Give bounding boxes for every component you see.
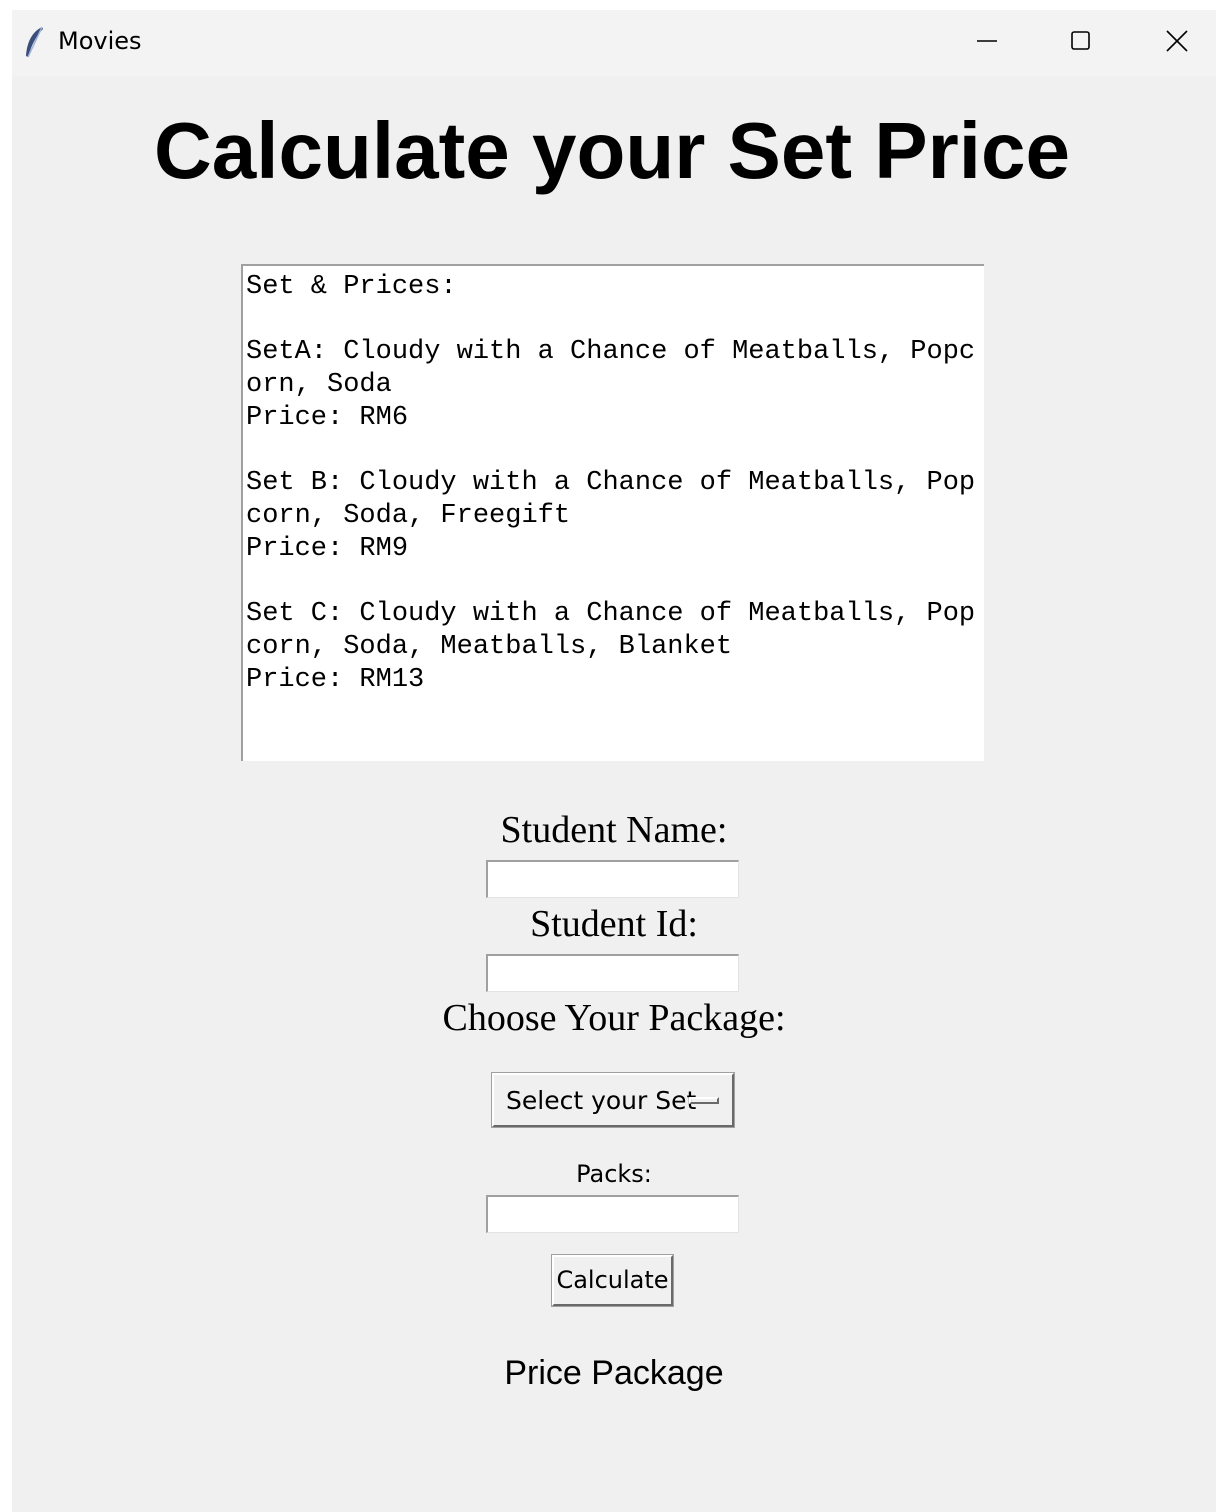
minimize-icon: [976, 30, 998, 56]
app-window: Movies Calculate your Set Price Set & Pr…: [12, 10, 1216, 1512]
package-select-value: Select your Set: [506, 1086, 697, 1115]
package-select[interactable]: Select your Set: [491, 1072, 735, 1128]
text-line: Price: RM9: [246, 534, 409, 564]
package-label: Choose Your Package:: [442, 997, 786, 1039]
text-line: orn, Soda: [246, 370, 392, 400]
text-line: Price: RM6: [246, 403, 409, 433]
dropdown-indicator-icon: [689, 1097, 719, 1104]
student-id-label: Student Id:: [530, 903, 698, 945]
close-icon: [1165, 29, 1189, 57]
text-line: Set B: Cloudy with a Chance of Meatballs…: [246, 468, 976, 498]
maximize-icon: [1070, 30, 1092, 56]
prices-text-area[interactable]: Set & Prices: SetA: Cloudy with a Chance…: [241, 264, 984, 761]
text-line: Price: RM13: [246, 665, 425, 695]
title-bar[interactable]: Movies: [12, 10, 1216, 76]
student-id-input[interactable]: [486, 954, 739, 992]
packs-label: Packs:: [576, 1160, 652, 1188]
feather-icon: [22, 26, 46, 60]
maximize-button[interactable]: [1036, 10, 1126, 76]
close-button[interactable]: [1132, 10, 1216, 76]
price-package-output: Price Package: [504, 1354, 724, 1392]
text-line: corn, Soda, Meatballs, Blanket: [246, 632, 733, 662]
student-name-label: Student Name:: [500, 809, 728, 851]
packs-input[interactable]: [486, 1195, 739, 1233]
text-line: Set & Prices:: [246, 272, 457, 302]
text-line: SetA: Cloudy with a Chance of Meatballs,…: [246, 337, 976, 367]
window-title: Movies: [58, 27, 142, 55]
text-line: Set C: Cloudy with a Chance of Meatballs…: [246, 599, 976, 629]
minimize-button[interactable]: [942, 10, 1032, 76]
student-name-input[interactable]: [486, 860, 739, 898]
page-title: Calculate your Set Price: [154, 106, 1070, 195]
text-line: corn, Soda, Freegift: [246, 501, 571, 531]
calculate-button[interactable]: Calculate: [551, 1254, 674, 1307]
